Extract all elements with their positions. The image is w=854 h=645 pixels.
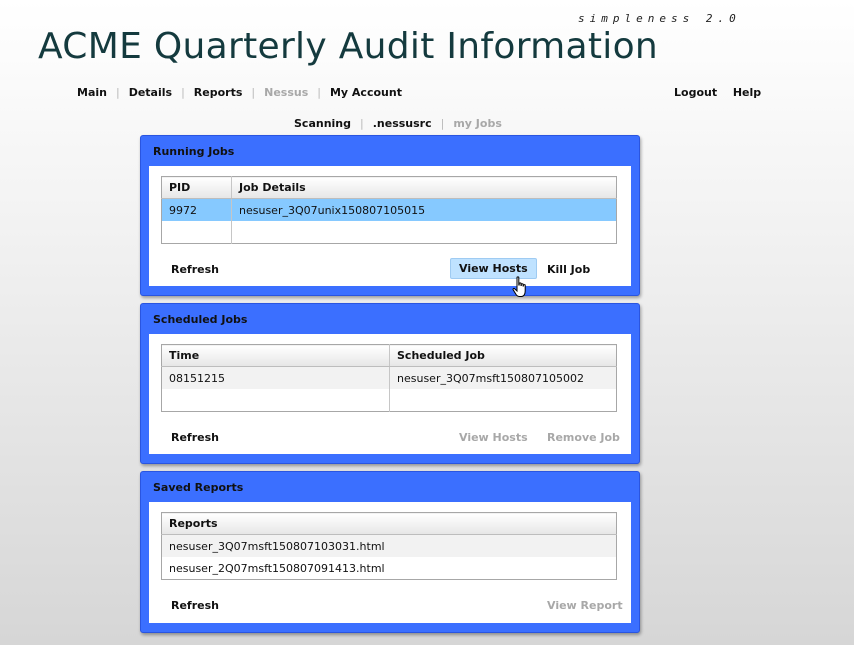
empty-cell	[231, 221, 617, 244]
table-header-row: Reports	[161, 512, 617, 535]
cell-report[interactable]: nesuser_2Q07msft150807091413.html	[161, 557, 617, 580]
table-row[interactable]: nesuser_3Q07msft150807103031.html	[161, 534, 617, 557]
saved-reports-panel: Saved Reports Reports nesuser_3Q07msft15…	[140, 471, 640, 633]
subnav-nessusrc[interactable]: .nessusrc	[373, 117, 432, 130]
page-title: ACME Quarterly Audit Information	[38, 26, 659, 67]
subnav-my-jobs: my Jobs	[453, 117, 502, 130]
cell-report[interactable]: nesuser_3Q07msft150807103031.html	[161, 534, 617, 557]
cell-scheduled-job[interactable]: nesuser_3Q07msft150807105002	[389, 366, 617, 389]
saved-reports-body: Reports nesuser_3Q07msft150807103031.htm…	[149, 502, 631, 623]
nav-separator: |	[181, 86, 185, 99]
saved-reports-table: Reports nesuser_3Q07msft150807103031.htm…	[161, 512, 617, 580]
subnav-scanning[interactable]: Scanning	[294, 117, 351, 130]
table-header-row: PID Job Details	[161, 176, 617, 199]
subnav-separator: |	[360, 117, 364, 130]
nav-details[interactable]: Details	[129, 86, 172, 99]
cell-job-details[interactable]: nesuser_3Q07unix150807105015	[231, 198, 617, 221]
empty-cell	[161, 221, 232, 244]
nav-my-account[interactable]: My Account	[330, 86, 402, 99]
nav-nessus: Nessus	[264, 86, 309, 99]
column-header-time[interactable]: Time	[161, 344, 390, 367]
column-header-pid[interactable]: PID	[161, 176, 232, 199]
nav-separator: |	[251, 86, 256, 99]
main-nav: Main | Details | Reports | Nessus | My Account	[77, 86, 402, 99]
running-jobs-table: PID Job Details 9972 nesuser_3Q07unix150…	[161, 176, 617, 244]
table-header-row: Time Scheduled Job	[161, 344, 617, 367]
nav-logout[interactable]: Logout	[674, 86, 717, 99]
column-header-job-details[interactable]: Job Details	[231, 176, 617, 199]
view-report-button: View Report	[547, 599, 623, 612]
refresh-reports-button[interactable]: Refresh	[163, 596, 227, 615]
view-hosts-button[interactable]: View Hosts	[450, 258, 537, 279]
refresh-scheduled-button[interactable]: Refresh	[163, 428, 227, 447]
brand-tag: simpleness 2.0	[578, 12, 741, 25]
column-header-scheduled-job[interactable]: Scheduled Job	[389, 344, 617, 367]
running-jobs-body: PID Job Details 9972 nesuser_3Q07unix150…	[149, 166, 631, 286]
empty-row	[161, 389, 617, 412]
scheduled-jobs-title: Scheduled Jobs	[153, 313, 248, 326]
nav-help[interactable]: Help	[733, 86, 761, 99]
nav-main[interactable]: Main	[77, 86, 107, 99]
nav-separator: |	[115, 86, 120, 99]
table-row[interactable]: 9972 nesuser_3Q07unix150807105015	[161, 198, 617, 221]
empty-cell	[389, 389, 617, 412]
empty-row	[161, 221, 617, 244]
nav-reports[interactable]: Reports	[194, 86, 243, 99]
running-jobs-panel: Running Jobs PID Job Details 9972 nesuse…	[140, 135, 640, 296]
empty-cell	[161, 389, 390, 412]
subnav-separator: |	[440, 117, 445, 130]
scheduled-jobs-panel: Scheduled Jobs Time Scheduled Job 081512…	[140, 303, 640, 464]
table-row[interactable]: nesuser_2Q07msft150807091413.html	[161, 557, 617, 580]
saved-reports-title: Saved Reports	[153, 481, 244, 494]
refresh-running-button[interactable]: Refresh	[163, 260, 227, 279]
remove-job-button: Remove Job	[547, 431, 620, 444]
scheduled-jobs-body: Time Scheduled Job 08151215 nesuser_3Q07…	[149, 334, 631, 454]
view-hosts-disabled-button: View Hosts	[459, 431, 528, 444]
cell-time[interactable]: 08151215	[161, 366, 390, 389]
kill-job-button[interactable]: Kill Job	[539, 260, 598, 279]
column-header-reports[interactable]: Reports	[161, 512, 617, 535]
account-nav: Logout|Help	[674, 86, 761, 99]
running-jobs-title: Running Jobs	[153, 145, 235, 158]
cell-pid[interactable]: 9972	[161, 198, 232, 221]
table-row[interactable]: 08151215 nesuser_3Q07msft150807105002	[161, 366, 617, 389]
scheduled-jobs-table: Time Scheduled Job 08151215 nesuser_3Q07…	[161, 344, 617, 412]
sub-nav: Scanning | .nessusrc | my Jobs	[294, 117, 502, 130]
nav-separator: |	[317, 86, 321, 99]
